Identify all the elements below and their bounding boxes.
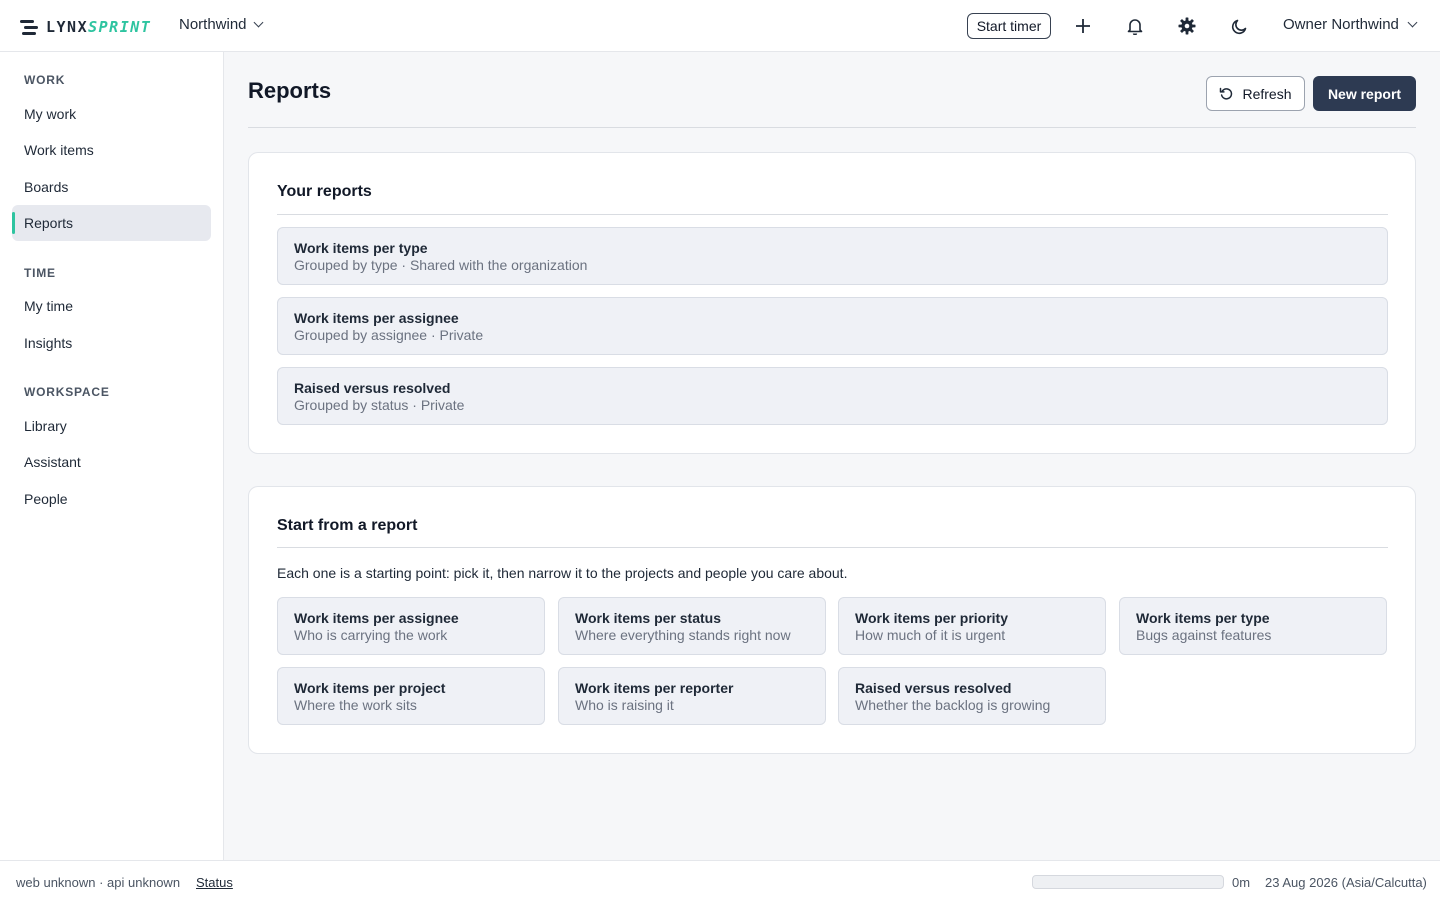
template-title: Work items per assignee — [294, 610, 459, 626]
template-subtitle: Where everything stands right now — [575, 627, 791, 643]
current-date: 23 Aug 2026 (Asia/Calcutta) — [1265, 875, 1427, 890]
sidebar-item-reports[interactable]: Reports — [12, 205, 211, 241]
refresh-icon — [1220, 87, 1233, 100]
template-subtitle: Who is raising it — [575, 697, 674, 713]
user-menu[interactable]: Owner Northwind — [1283, 16, 1418, 33]
card-divider — [277, 547, 1388, 548]
template-title: Raised versus resolved — [855, 680, 1012, 696]
page-title: Reports — [248, 78, 332, 103]
version-info: web unknown · api unknown — [16, 875, 181, 890]
sidebar-item-my-work[interactable]: My work — [12, 96, 211, 132]
brand-name-part1: LYNX — [46, 18, 89, 36]
title-divider — [248, 127, 1416, 128]
report-template-card[interactable]: Work items per assignee Who is carrying … — [277, 597, 545, 655]
user-name: Owner Northwind — [1283, 16, 1399, 33]
template-title: Work items per status — [575, 610, 722, 626]
refresh-button[interactable]: Refresh — [1206, 76, 1305, 111]
status-link[interactable]: Status — [196, 875, 233, 890]
chevron-down-icon — [253, 17, 263, 28]
template-subtitle: Who is carrying the work — [294, 627, 448, 643]
brand-name: LYNXSPRINT — [46, 18, 151, 36]
sidebar-item-people[interactable]: People — [12, 481, 211, 517]
card-divider — [277, 214, 1388, 215]
chevron-down-icon — [1407, 17, 1418, 28]
start-from-title: Start from a report — [277, 517, 418, 534]
plus-icon[interactable] — [1071, 14, 1095, 38]
brand-name-part2: SPRINT — [88, 18, 152, 36]
timer-readout: 0m — [1232, 875, 1251, 890]
top-bar: LYNXSPRINT Northwind Start timer Owner N… — [0, 0, 1440, 52]
refresh-label: Refresh — [1242, 85, 1292, 102]
your-reports-card: Your reports Work items per type Grouped… — [248, 152, 1416, 454]
template-title: Work items per reporter — [575, 680, 734, 696]
report-template-card[interactable]: Work items per reporter Who is raising i… — [558, 667, 826, 725]
report-row[interactable]: Work items per type Grouped by type · Sh… — [277, 227, 1388, 285]
report-row[interactable]: Work items per assignee Grouped by assig… — [277, 297, 1388, 355]
template-subtitle: Whether the backlog is growing — [855, 697, 1051, 713]
logo-mark-icon — [20, 18, 40, 36]
report-title: Raised versus resolved — [294, 380, 451, 396]
new-report-button[interactable]: New report — [1313, 76, 1416, 111]
footer-bar: web unknown · api unknown Status 0m 23 A… — [0, 860, 1440, 900]
template-subtitle: Bugs against features — [1136, 627, 1272, 643]
template-title: Work items per project — [294, 680, 446, 696]
template-subtitle: How much of it is urgent — [855, 627, 1006, 643]
your-reports-title: Your reports — [277, 183, 372, 200]
sidebar: WORK My work Work items Boards Reports T… — [0, 52, 224, 860]
report-title: Work items per assignee — [294, 310, 459, 326]
org-name: Northwind — [179, 16, 247, 33]
report-template-card[interactable]: Work items per type Bugs against feature… — [1119, 597, 1387, 655]
report-template-card[interactable]: Raised versus resolved Whether the backl… — [838, 667, 1106, 725]
report-template-card[interactable]: Work items per priority How much of it i… — [838, 597, 1106, 655]
sidebar-section-work: WORK — [24, 73, 66, 87]
report-template-card[interactable]: Work items per project Where the work si… — [277, 667, 545, 725]
template-subtitle: Where the work sits — [294, 697, 417, 713]
template-title: Work items per priority — [855, 610, 1009, 626]
sidebar-section-time: TIME — [24, 266, 56, 280]
gear-icon[interactable] — [1175, 14, 1199, 38]
sidebar-item-my-time[interactable]: My time — [12, 288, 211, 324]
brand-logo[interactable]: LYNXSPRINT — [20, 17, 151, 37]
report-template-card[interactable]: Work items per status Where everything s… — [558, 597, 826, 655]
start-timer-button[interactable]: Start timer — [967, 13, 1051, 39]
sidebar-section-workspace: WORKSPACE — [24, 385, 110, 399]
report-subtitle: Grouped by assignee · Private — [294, 327, 484, 343]
report-row[interactable]: Raised versus resolved Grouped by status… — [277, 367, 1388, 425]
start-from-intro: Each one is a starting point: pick it, t… — [277, 565, 848, 581]
report-subtitle: Grouped by status · Private — [294, 397, 465, 413]
report-title: Work items per type — [294, 240, 428, 256]
sidebar-item-library[interactable]: Library — [12, 408, 211, 444]
timer-progress-bar — [1032, 875, 1224, 889]
bell-icon[interactable] — [1123, 14, 1147, 38]
sidebar-item-assistant[interactable]: Assistant — [12, 444, 211, 480]
sidebar-item-work-items[interactable]: Work items — [12, 132, 211, 168]
sidebar-item-insights[interactable]: Insights — [12, 325, 211, 361]
moon-icon[interactable] — [1227, 14, 1251, 38]
start-from-report-card: Start from a report Each one is a starti… — [248, 486, 1416, 754]
org-switcher[interactable]: Northwind — [179, 16, 263, 33]
template-title: Work items per type — [1136, 610, 1270, 626]
sidebar-item-boards[interactable]: Boards — [12, 169, 211, 205]
report-subtitle: Grouped by type · Shared with the organi… — [294, 257, 588, 273]
